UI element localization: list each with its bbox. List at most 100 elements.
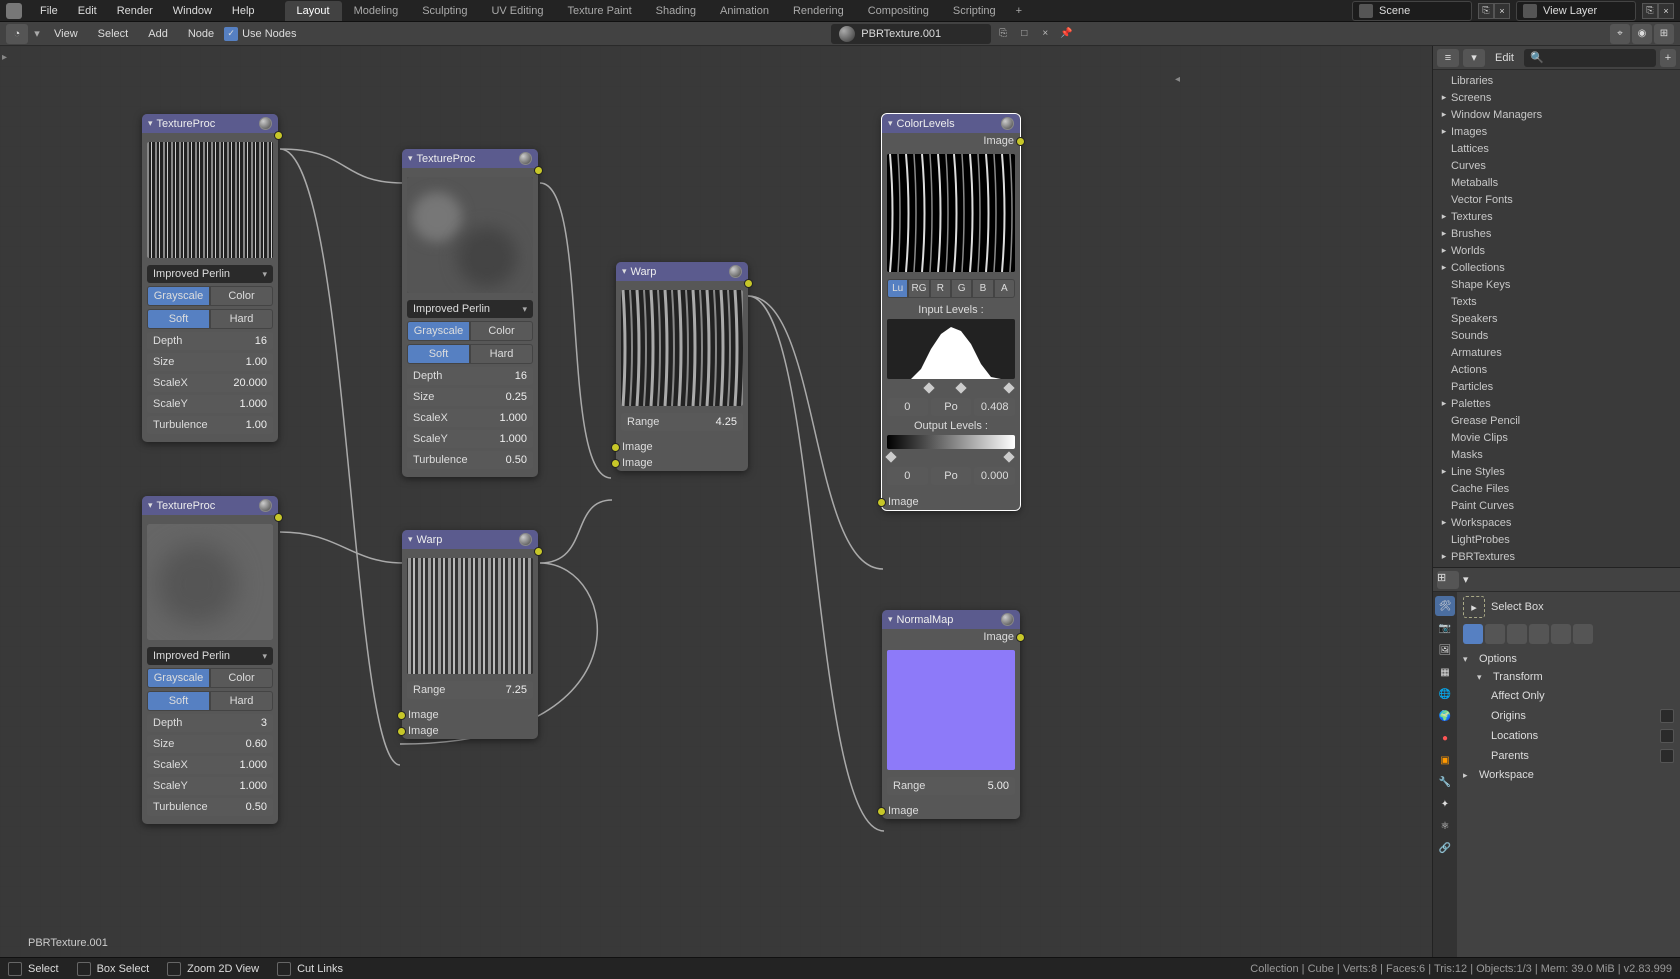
outliner-item[interactable]: ▸Vector Fonts xyxy=(1433,191,1680,208)
expand-icon[interactable]: ▸ xyxy=(1437,466,1451,477)
color-button[interactable]: Color xyxy=(210,668,273,688)
node-preview-icon[interactable] xyxy=(1001,117,1014,130)
scene-field[interactable]: Scene xyxy=(1352,1,1472,21)
scaley-field[interactable]: ScaleY1.000 xyxy=(407,430,533,448)
output-socket[interactable] xyxy=(274,131,283,140)
outliner-item[interactable]: ▸Movie Clips xyxy=(1433,429,1680,446)
in-mid-field[interactable]: Po xyxy=(931,398,972,416)
toolbar-expand-icon[interactable]: ▸ xyxy=(2,52,7,63)
hard-button[interactable]: Hard xyxy=(210,309,273,329)
expand-icon[interactable]: ▸ xyxy=(1437,211,1451,222)
selmode-3[interactable] xyxy=(1507,624,1527,644)
channel-r[interactable]: R xyxy=(930,279,951,298)
viewlayer-del-button[interactable]: × xyxy=(1658,3,1674,19)
node-colorlevels[interactable]: ▾ColorLevels Image Lu RG R G B A Input L… xyxy=(882,114,1020,510)
input-socket-image1[interactable] xyxy=(611,443,620,452)
material-pin-button[interactable]: 📌 xyxy=(1057,25,1075,43)
material-copy-button[interactable]: □ xyxy=(1015,25,1033,43)
in-low-field[interactable]: 0 xyxy=(887,398,928,416)
outliner-mode-button[interactable]: ▾ xyxy=(1463,49,1485,67)
expand-icon[interactable]: ▸ xyxy=(1437,228,1451,239)
prop-tab-physics[interactable]: ⚛ xyxy=(1435,816,1455,836)
scalex-field[interactable]: ScaleX20.000 xyxy=(147,374,273,392)
parents-checkbox[interactable] xyxy=(1660,749,1674,763)
snap-button[interactable]: ⌖ xyxy=(1610,24,1630,44)
viewlayer-new-button[interactable]: ⎘ xyxy=(1642,3,1658,19)
expand-icon[interactable]: ▸ xyxy=(1437,551,1451,562)
outliner-item[interactable]: ▸Actions xyxy=(1433,361,1680,378)
locations-checkbox[interactable] xyxy=(1660,729,1674,743)
expand-icon[interactable]: ▸ xyxy=(1437,398,1451,409)
node-warp-1[interactable]: ▾Warp Range7.25 Image Image xyxy=(402,530,538,739)
outliner-edit-label[interactable]: Edit xyxy=(1489,52,1520,64)
prop-tab-constraints[interactable]: 🔗 xyxy=(1435,838,1455,858)
soft-button[interactable]: Soft xyxy=(147,309,210,329)
prop-tab-modifier[interactable]: 🔧 xyxy=(1435,772,1455,792)
channel-rg[interactable]: RG xyxy=(908,279,929,298)
collapse-icon[interactable]: ▾ xyxy=(408,534,413,545)
channel-lu[interactable]: Lu xyxy=(887,279,908,298)
pivot-button[interactable]: ⊞ xyxy=(1654,24,1674,44)
noise-type-dropdown[interactable]: Improved Perlin▾ xyxy=(407,300,533,318)
input-socket-image1[interactable] xyxy=(397,711,406,720)
collapse-icon[interactable]: ▾ xyxy=(888,118,893,129)
node-preview-icon[interactable] xyxy=(1001,613,1014,626)
outliner-item[interactable]: ▸Speakers xyxy=(1433,310,1680,327)
scene-del-button[interactable]: × xyxy=(1494,3,1510,19)
node-preview-icon[interactable] xyxy=(729,265,742,278)
outliner-item[interactable]: ▸Shape Keys xyxy=(1433,276,1680,293)
node-textureproc-1[interactable]: ▾TextureProc Improved Perlin▾ GrayscaleC… xyxy=(142,114,278,442)
editor-type-button[interactable]: ◔ xyxy=(6,24,28,44)
outliner-item[interactable]: ▸Curves xyxy=(1433,157,1680,174)
outliner-item[interactable]: ▸Images xyxy=(1433,123,1680,140)
outliner-item[interactable]: ▸Grease Pencil xyxy=(1433,412,1680,429)
expand-icon[interactable]: ▸ xyxy=(1437,517,1451,528)
header-add[interactable]: Add xyxy=(138,24,178,44)
properties-type-button[interactable]: ⊞ xyxy=(1437,571,1459,589)
noise-type-dropdown[interactable]: Improved Perlin▾ xyxy=(147,265,273,283)
output-socket[interactable] xyxy=(274,513,283,522)
expand-icon[interactable]: ▸ xyxy=(1437,126,1451,137)
tab-scripting[interactable]: Scripting xyxy=(941,1,1008,21)
outliner-item[interactable]: ▸Line Styles xyxy=(1433,463,1680,480)
outliner-item[interactable]: ▸Worlds xyxy=(1433,242,1680,259)
outliner-item[interactable]: ▸Lattices xyxy=(1433,140,1680,157)
outliner-type-button[interactable]: ≡ xyxy=(1437,49,1459,67)
header-select[interactable]: Select xyxy=(88,24,139,44)
collapse-icon[interactable]: ▾ xyxy=(408,153,413,164)
prop-tab-scene[interactable]: 🌐 xyxy=(1435,684,1455,704)
outliner-item[interactable]: ▸Textures xyxy=(1433,208,1680,225)
channel-a[interactable]: A xyxy=(994,279,1015,298)
outliner-item[interactable]: ▸Masks xyxy=(1433,446,1680,463)
out-high-field[interactable]: 0.000 xyxy=(974,467,1015,485)
outliner-item[interactable]: ▸Particles xyxy=(1433,378,1680,395)
tab-rendering[interactable]: Rendering xyxy=(781,1,856,21)
range-field[interactable]: Range7.25 xyxy=(407,681,533,699)
material-field[interactable]: PBRTexture.001 xyxy=(831,24,991,44)
material-new-button[interactable]: ⎘ xyxy=(994,25,1012,43)
tab-texpaint[interactable]: Texture Paint xyxy=(555,1,643,21)
out-mid-field[interactable]: Po xyxy=(931,467,972,485)
tab-shading[interactable]: Shading xyxy=(644,1,708,21)
outliner-search[interactable]: 🔍 xyxy=(1524,49,1656,67)
menu-window[interactable]: Window xyxy=(163,1,222,21)
output-socket[interactable] xyxy=(534,166,543,175)
tab-sculpting[interactable]: Sculpting xyxy=(410,1,479,21)
output-socket[interactable] xyxy=(1016,633,1025,642)
hard-button[interactable]: Hard xyxy=(210,691,273,711)
out-low-field[interactable]: 0 xyxy=(887,467,928,485)
outliner-item[interactable]: ▸Metaballs xyxy=(1433,174,1680,191)
origins-checkbox[interactable] xyxy=(1660,709,1674,723)
node-preview-icon[interactable] xyxy=(519,533,532,546)
color-button[interactable]: Color xyxy=(210,286,273,306)
channel-g[interactable]: G xyxy=(951,279,972,298)
use-nodes-checkbox[interactable]: ✓ xyxy=(224,27,238,41)
scalex-field[interactable]: ScaleX1.000 xyxy=(147,756,273,774)
overlay-button[interactable]: ◉ xyxy=(1632,24,1652,44)
output-socket[interactable] xyxy=(1016,137,1025,146)
expand-icon[interactable]: ▸ xyxy=(1437,262,1451,273)
outliner-item[interactable]: ▸Workspaces xyxy=(1433,514,1680,531)
collapse-icon[interactable]: ▾ xyxy=(148,118,153,129)
size-field[interactable]: Size0.25 xyxy=(407,388,533,406)
tab-modeling[interactable]: Modeling xyxy=(342,1,411,21)
